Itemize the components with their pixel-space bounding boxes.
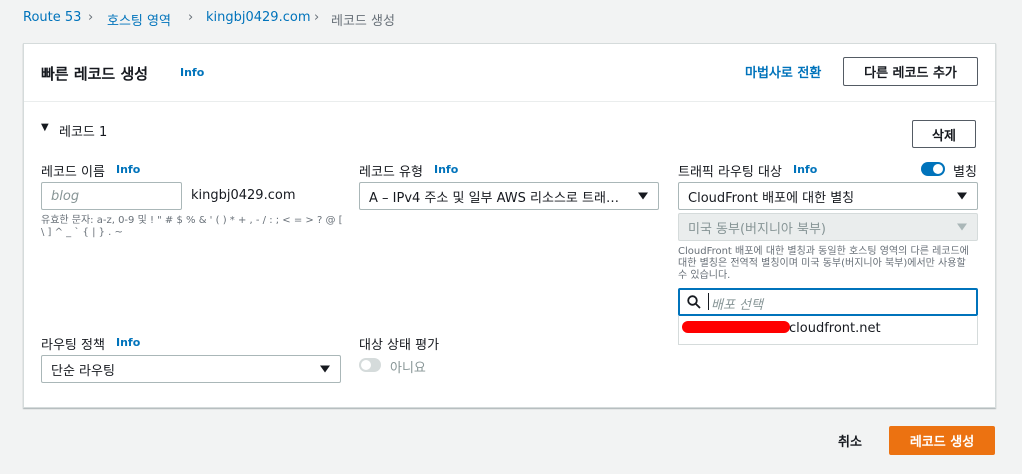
record-name-hint: 유효한 문자: a-z, 0-9 및 ! " # $ % & ' ( ) * +… <box>41 215 343 238</box>
delete-button[interactable]: 삭제 <box>912 120 976 148</box>
health-eval-toggle-label: 아니요 <box>390 361 426 376</box>
health-eval-toggle[interactable] <box>359 358 381 372</box>
breadcrumb-chevron-icon: › <box>188 10 194 25</box>
region-select: 미국 동부(버지니아 북부) <box>678 213 978 241</box>
chevron-down-icon <box>638 192 648 200</box>
record-name-input[interactable]: blog <box>41 182 182 210</box>
route-target-label: 트래픽 라우팅 대상 <box>678 165 782 180</box>
breadcrumb-hosted-zones[interactable]: 호스팅 영역 <box>107 10 171 29</box>
route-target-info-link[interactable]: Info <box>793 163 817 176</box>
record-name-label: 레코드 이름 <box>41 165 105 180</box>
routing-policy-info-link[interactable]: Info <box>116 336 140 349</box>
card-header: 빠른 레코드 생성 Info 마법사로 전환 다른 레코드 추가 <box>24 44 995 102</box>
collapse-caret-icon[interactable]: ▼ <box>41 122 49 133</box>
toggle-knob <box>933 164 943 174</box>
record-form-card: 빠른 레코드 생성 Info 마법사로 전환 다른 레코드 추가 ▼ 레코드 1… <box>23 43 996 408</box>
search-placeholder: 배포 선택 <box>711 298 763 313</box>
toggle-knob <box>361 360 371 370</box>
option-domain: cloudfront.net <box>789 321 881 336</box>
route-endpoint-value: CloudFront 배포에 대한 별칭 <box>688 190 855 206</box>
record-type-info-link[interactable]: Info <box>434 163 458 176</box>
alias-hint: CloudFront 배포에 대한 별칭과 동일한 호스팅 영역의 다른 레코드… <box>678 246 969 281</box>
breadcrumb-zone[interactable]: kingbj0429.com <box>206 10 310 25</box>
redaction-mark <box>682 321 790 333</box>
record-type-select[interactable]: A – IPv4 주소 및 일부 AWS 리소스로 트래픽 라우팅 <box>359 182 659 210</box>
breadcrumb-route53[interactable]: Route 53 <box>23 10 81 25</box>
record-name-info-link[interactable]: Info <box>116 163 140 176</box>
health-eval-label: 대상 상태 평가 <box>359 338 440 353</box>
switch-to-wizard-link[interactable]: 마법사로 전환 <box>745 62 821 81</box>
alias-toggle[interactable] <box>921 162 945 176</box>
distribution-search-input[interactable]: 배포 선택 <box>678 288 978 316</box>
breadcrumb-current: 레코드 생성 <box>331 14 395 29</box>
breadcrumb-chevron-icon: › <box>88 10 94 25</box>
routing-policy-label: 라우팅 정책 <box>41 338 105 353</box>
record-type-value: A – IPv4 주소 및 일부 AWS 리소스로 트래픽 라우팅 <box>369 190 630 206</box>
breadcrumb-chevron-icon: › <box>314 10 320 25</box>
title-info-link[interactable]: Info <box>180 66 204 79</box>
chevron-down-icon <box>957 223 967 231</box>
create-record-button[interactable]: 레코드 생성 <box>889 426 995 455</box>
text-cursor <box>708 293 709 310</box>
cancel-button[interactable]: 취소 <box>838 431 862 450</box>
page-title: 빠른 레코드 생성 <box>41 65 149 83</box>
routing-policy-value: 단순 라우팅 <box>51 363 115 379</box>
chevron-down-icon <box>320 365 330 373</box>
region-value: 미국 동부(버지니아 북부) <box>688 221 827 237</box>
record-type-label: 레코드 유형 <box>359 165 423 180</box>
routing-policy-select[interactable]: 단순 라우팅 <box>41 355 341 383</box>
route-endpoint-select[interactable]: CloudFront 배포에 대한 별칭 <box>678 182 978 210</box>
record-section-title: 레코드 1 <box>59 125 108 140</box>
zone-suffix: kingbj0429.com <box>191 188 296 203</box>
add-another-record-button[interactable]: 다른 레코드 추가 <box>843 57 978 86</box>
distribution-option[interactable]: cloudfront.net <box>678 316 978 345</box>
alias-toggle-label: 별칭 <box>953 165 977 180</box>
chevron-down-icon <box>957 192 967 200</box>
search-icon <box>687 295 701 309</box>
